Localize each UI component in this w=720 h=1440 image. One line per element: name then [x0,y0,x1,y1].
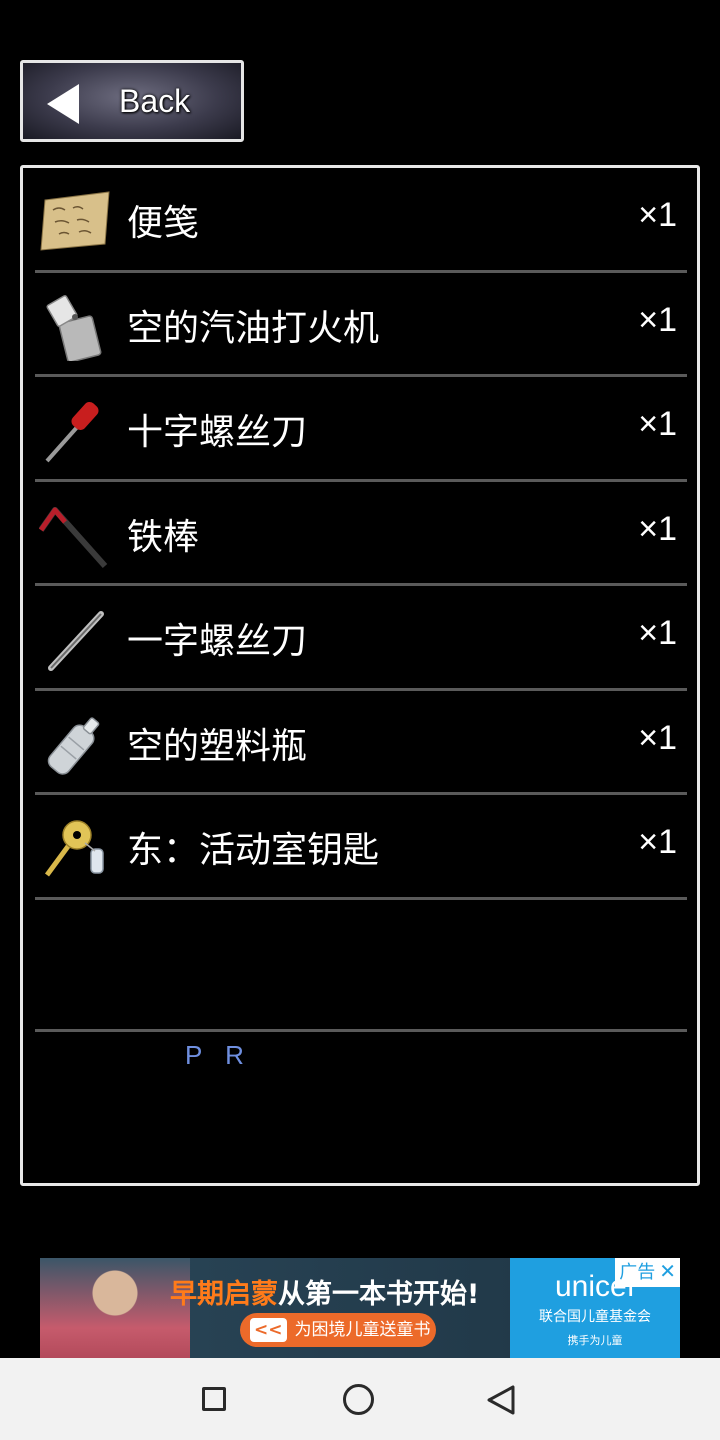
ad-photo [40,1258,190,1358]
item-quantity: ×1 [638,823,677,861]
back-button[interactable]: Back [20,60,244,142]
item-name: 十字螺丝刀 [127,412,308,453]
lighter-icon [46,294,102,361]
note-paper-icon [40,191,110,251]
ad-brand-subtitle: 联合国儿童基金会 [539,1309,651,1325]
list-item[interactable]: 空的汽油打火机 ×1 [35,273,687,377]
pr-label: P R [185,1040,252,1070]
list-item[interactable]: 铁棒 ×1 [35,482,687,586]
item-quantity: ×1 [638,509,677,548]
item-quantity: ×1 [638,405,677,443]
item-quantity: ×1 [638,614,677,652]
ad-cta-button[interactable]: << 为困境儿童送童书 [240,1313,436,1347]
item-name: 空的汽油打火机 [127,307,380,349]
item-name: 东：活动室钥匙 [127,830,380,871]
ad-badge[interactable]: 广告 ✕ [615,1258,680,1287]
ad-brand-tagline: 携手为儿童 [567,1334,623,1347]
list-item[interactable]: 十字螺丝刀 ×1 [35,377,687,482]
close-icon[interactable]: ✕ [659,1261,676,1283]
ad-banner[interactable]: 早期启蒙从第一本书开始! << 为困境儿童送童书 unicef 联合国儿童基金会 … [40,1258,680,1358]
nav-back-icon[interactable] [486,1384,516,1416]
key-icon [44,820,104,877]
item-quantity: ×1 [638,718,677,757]
item-quantity: ×1 [638,196,677,234]
list-item[interactable]: 便笺 ×1 [35,168,687,273]
flathead-screwdriver-icon [48,611,104,671]
system-navbar [0,1358,720,1440]
ad-headline: 早期启蒙从第一本书开始! [170,1272,479,1311]
ad-cta-label: 为困境儿童送童书 [294,1320,431,1340]
item-list: 便笺 ×1 空的汽油打火机 ×1 十字螺丝刀 ×1 铁棒 ×1 一字螺丝刀 ×1… [35,168,687,1032]
item-quantity: ×1 [638,300,677,339]
plastic-bottle-icon [47,716,100,775]
item-name: 铁棒 [127,516,200,558]
item-name: 便笺 [127,203,200,244]
list-item[interactable]: 一字螺丝刀 ×1 [35,586,687,691]
ad-badge-label: 广告 [619,1262,656,1283]
back-arrow-icon [47,84,79,124]
phillips-screwdriver-icon [45,401,99,463]
empty-slot [35,900,687,1032]
inventory-panel: 便笺 ×1 空的汽油打火机 ×1 十字螺丝刀 ×1 铁棒 ×1 一字螺丝刀 ×1… [20,165,700,1186]
ad-headline-highlight: 早期启蒙 [170,1279,278,1310]
iron-bar-icon [39,506,108,568]
back-button-label: Back [119,83,191,119]
home-icon[interactable] [343,1384,374,1415]
screen: Back 便笺 ×1 空的汽油打火机 ×1 十字螺丝刀 ×1 铁棒 ×1 一字螺… [0,0,720,1440]
ad-headline-rest: 从第一本书开始! [278,1279,480,1310]
item-name: 空的塑料瓶 [127,725,308,767]
item-name: 一字螺丝刀 [127,621,308,662]
double-chevron-icon: << [250,1318,287,1342]
recent-apps-icon[interactable] [202,1387,226,1411]
list-item[interactable]: 空的塑料瓶 ×1 [35,691,687,795]
list-item[interactable]: 东：活动室钥匙 ×1 [35,795,687,900]
